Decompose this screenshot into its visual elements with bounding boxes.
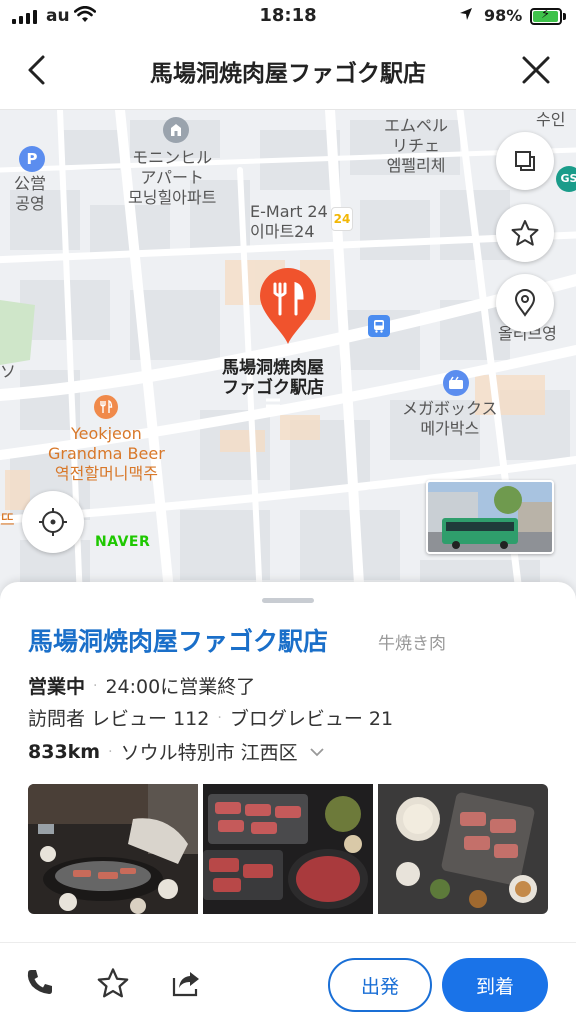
photo-raw-beef-platter[interactable] bbox=[203, 784, 373, 914]
chevron-left-icon[interactable] bbox=[20, 52, 56, 88]
phone-icon[interactable] bbox=[24, 966, 60, 1002]
photo-beef-set-meal[interactable] bbox=[378, 784, 548, 914]
depart-button[interactable]: 出発 bbox=[328, 958, 432, 1012]
layers-button[interactable] bbox=[496, 132, 554, 190]
page-title: 馬場洞焼肉屋ファゴク駅店 bbox=[150, 61, 426, 87]
navigation-bar: 馬場洞焼肉屋ファゴク駅店 bbox=[0, 34, 576, 110]
gs-store-icon: GS bbox=[556, 166, 576, 192]
blog-reviews-link[interactable]: ブログレビュー 21 bbox=[230, 704, 393, 731]
map-label-parking: 公営 공영 bbox=[14, 174, 47, 213]
map-label-yeokjeon: Yeokjeon Grandma Beer 역전할머니맥주 bbox=[48, 424, 165, 483]
place-marker-pin[interactable] bbox=[258, 268, 318, 346]
map-label-so: ソ bbox=[0, 362, 17, 381]
arrive-button[interactable]: 到着 bbox=[442, 958, 548, 1012]
map-view[interactable]: P 公営 공영 モニンヒル アパート 모닝힐아파트 エムペル リチェ 엠펠리체 수인 E-… bbox=[0, 110, 576, 600]
open-status: 営業中 bbox=[28, 676, 86, 698]
visitor-reviews-link[interactable]: 訪問者 レビュー 112 bbox=[28, 704, 209, 731]
location-arrow-icon bbox=[458, 6, 474, 26]
location-marker-button[interactable] bbox=[496, 274, 554, 332]
convenience-store-icon: 24 bbox=[331, 207, 353, 231]
map-label-apartment: モニンヒル アパート 모닝힐아파트 bbox=[128, 148, 217, 207]
map-label-megabox: メガボックス 메가박스 bbox=[402, 399, 498, 438]
place-name[interactable]: 馬場洞焼肉屋ファゴク駅店 bbox=[28, 622, 328, 658]
map-label-selected-place: 馬場洞焼肉屋 ファゴク駅店 bbox=[222, 358, 324, 398]
cinema-icon bbox=[443, 370, 469, 396]
chevron-down-icon bbox=[309, 747, 324, 756]
street-view-thumbnail[interactable] bbox=[426, 480, 554, 554]
address: ソウル特別市 江西区 bbox=[120, 742, 298, 764]
closing-time: 24:00に営業終了 bbox=[105, 676, 256, 698]
my-location-button[interactable] bbox=[22, 491, 84, 553]
map-label-ddeu: 뜨 bbox=[0, 510, 15, 529]
favorite-map-button[interactable] bbox=[496, 204, 554, 262]
divider bbox=[0, 942, 576, 943]
star-icon[interactable] bbox=[96, 966, 132, 1002]
close-icon[interactable] bbox=[518, 52, 554, 88]
map-label-emart: E-Mart 24 이마트24 bbox=[250, 202, 328, 241]
battery-charging-icon: ⚡ bbox=[530, 7, 562, 25]
action-bar: 出発 到着 bbox=[0, 944, 576, 1024]
apartment-icon bbox=[163, 117, 189, 143]
opening-hours-row[interactable]: 営業中 · 24:00に営業終了 bbox=[28, 672, 255, 699]
naver-logo: NAVER bbox=[95, 534, 151, 550]
restaurant-icon bbox=[94, 395, 118, 419]
star-icon bbox=[511, 220, 539, 246]
distance: 833km bbox=[28, 740, 101, 763]
share-icon[interactable] bbox=[170, 966, 206, 1002]
place-info-sheet[interactable]: 馬場洞焼肉屋ファゴク駅店 牛焼き肉 営業中 · 24:00に営業終了 訪問者 レ… bbox=[0, 582, 576, 1024]
photo-strip[interactable] bbox=[28, 784, 548, 914]
map-label-suwin: 수인 bbox=[536, 110, 566, 129]
parking-icon: P bbox=[19, 146, 45, 172]
battery-percent: 98% bbox=[484, 6, 523, 25]
layers-icon bbox=[515, 151, 535, 171]
sheet-drag-handle[interactable] bbox=[262, 598, 314, 603]
map-pin-icon bbox=[514, 289, 536, 317]
address-row[interactable]: 833km · ソウル特別市 江西区 bbox=[28, 738, 326, 765]
crosshair-icon bbox=[39, 508, 67, 536]
place-category: 牛焼き肉 bbox=[378, 634, 446, 654]
reviews-row: 訪問者 レビュー 112 · ブログレビュー 21 bbox=[28, 704, 393, 731]
photo-grill-table[interactable] bbox=[28, 784, 198, 914]
map-label-empelliche: エムペル リチェ 엠펠리체 bbox=[384, 116, 449, 175]
bus-stop-icon bbox=[368, 315, 390, 337]
status-bar: au 18:18 98% ⚡ bbox=[0, 0, 576, 34]
